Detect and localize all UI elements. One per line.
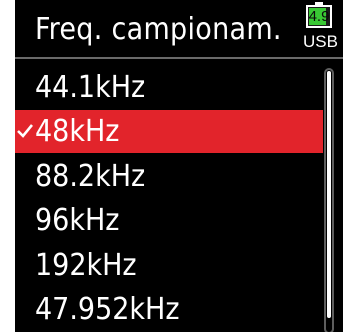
device-screen: Freq. campionam. 4.9 USB 44.1kHz 48kHz 8…: [0, 0, 358, 332]
list-item-192khz[interactable]: 192kHz: [15, 244, 323, 287]
list-item-label: 96kHz: [35, 203, 120, 239]
list-item-label: 88.2kHz: [35, 158, 146, 194]
power-source-label: USB: [303, 32, 338, 51]
list-item-48khz[interactable]: 48kHz: [15, 110, 323, 154]
battery-voltage: 4.9: [308, 8, 330, 25]
checkmark-icon: [17, 110, 35, 139]
header-divider: [15, 57, 343, 59]
list-item-88-2khz[interactable]: 88.2kHz: [15, 155, 323, 198]
list-item-label: 44.1kHz: [35, 70, 146, 105]
list-item-44-1khz[interactable]: 44.1kHz: [15, 66, 323, 109]
list-item-47-952khz[interactable]: 47.952kHz: [15, 288, 323, 331]
battery-icon: 4.9: [306, 5, 332, 28]
scrollbar[interactable]: [324, 68, 334, 332]
sample-rate-list: 44.1kHz 48kHz 88.2kHz 96kHz 192kHz 47.95…: [15, 66, 323, 332]
scrollbar-thumb[interactable]: [327, 71, 331, 318]
page-title: Freq. campionam.: [35, 12, 282, 47]
sample-rate-menu: Freq. campionam. 4.9 USB 44.1kHz 48kHz 8…: [15, 0, 343, 332]
list-item-label: 47.952kHz: [35, 291, 180, 327]
list-item-label: 192kHz: [35, 247, 137, 283]
list-item-96khz[interactable]: 96kHz: [15, 199, 323, 242]
list-item-label: 48kHz: [35, 114, 120, 150]
